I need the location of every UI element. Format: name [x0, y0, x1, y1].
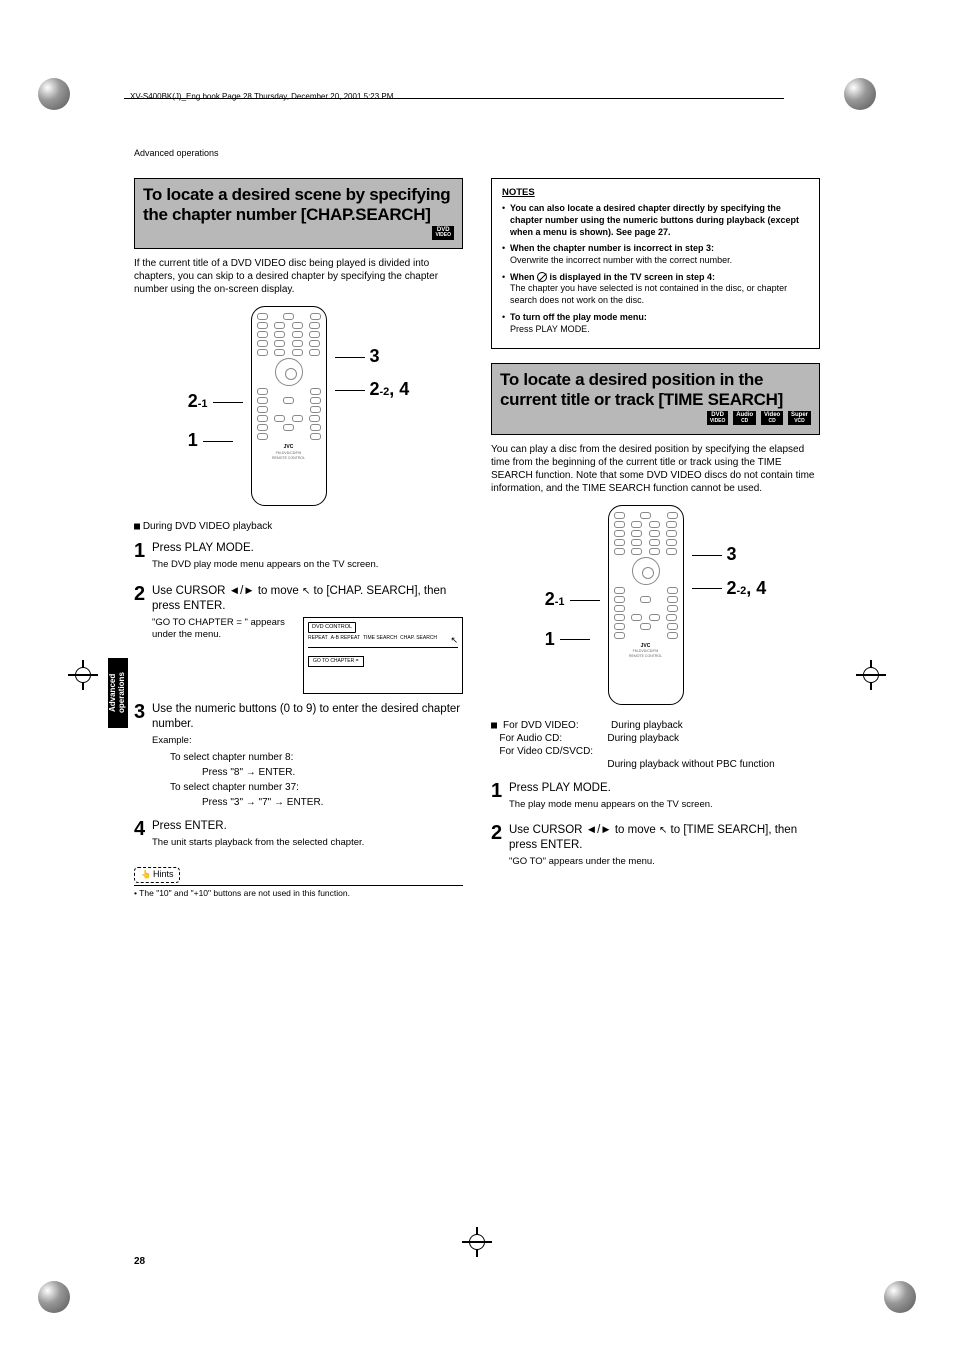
- step-num: 2: [491, 823, 509, 843]
- onscreen-menu-box: DVD CONTROL REPEAT A-B REPEAT TIME SEARC…: [303, 617, 463, 694]
- note-item: When the chapter number is incorrect in …: [502, 243, 809, 266]
- crop-mark-tr: [844, 78, 876, 110]
- step-head: Use the numeric buttons (0 to 9) to ente…: [152, 702, 463, 732]
- diagram-label-1: 1: [545, 628, 600, 651]
- step-2: 2 Use CURSOR ◄/► to move ↖ to [CHAP. SEA…: [134, 584, 463, 694]
- step-text: "GO TO" appears under the menu.: [509, 856, 820, 868]
- hints-badge: Hints: [134, 867, 180, 883]
- menu-tab-ab: A-B REPEAT: [331, 635, 360, 647]
- for-value: During playback: [607, 732, 820, 745]
- step-head: Use CURSOR ◄/► to move ↖ to [TIME SEARCH…: [509, 823, 820, 853]
- crop-mark-bl: [38, 1281, 70, 1313]
- left-column: To locate a desired scene by specifying …: [134, 178, 463, 1241]
- menu-tab-time: TIME SEARCH: [363, 635, 397, 647]
- hints-rule: [134, 885, 463, 886]
- for-label: For Audio CD:: [499, 732, 607, 745]
- menu-tab-chap: CHAP. SEARCH: [400, 635, 437, 647]
- step-head: Use CURSOR ◄/► to move ↖ to [CHAP. SEARC…: [152, 584, 463, 614]
- step-num: 1: [491, 781, 509, 801]
- step-head: Press ENTER.: [152, 819, 463, 834]
- note-item: To turn off the play mode menu:Press PLA…: [502, 312, 809, 335]
- remote-diagram-right: 2-1 1 JVC: [491, 505, 820, 705]
- diagram-label-2-1: 2-1: [545, 588, 600, 611]
- header-filename: XV-S400BK(J)_Eng.book Page 28 Thursday, …: [130, 92, 393, 101]
- section-chap-search: To locate a desired scene by specifying …: [134, 178, 463, 249]
- step-2: 2 Use CURSOR ◄/► to move ↖ to [TIME SEAR…: [491, 823, 820, 872]
- diagram-label-2-1: 2-1: [188, 390, 243, 413]
- step-4: 4 Press ENTER. The unit starts playback …: [134, 819, 463, 853]
- for-table: ■ For DVD VIDEO:During playback For Audi…: [491, 719, 820, 771]
- badge-super-vcd: SuperVCD: [788, 411, 811, 425]
- for-label: For Video CD/SVCD:: [499, 745, 607, 758]
- example-line: To select chapter number 8:: [170, 751, 463, 764]
- prohibit-icon: [537, 272, 547, 282]
- breadcrumb: Advanced operations: [134, 148, 219, 158]
- step-num: 1: [134, 541, 152, 561]
- intro-text: You can play a disc from the desired pos…: [491, 443, 820, 495]
- crosshair-left: [68, 660, 98, 690]
- section-title-text: To locate a desired position in the curr…: [500, 370, 811, 409]
- step-num: 2: [134, 584, 152, 604]
- content: To locate a desired scene by specifying …: [134, 178, 820, 1241]
- diagram-label-3: 3: [335, 345, 410, 368]
- side-tab: Advanced operations: [108, 658, 128, 728]
- format-badges: DVDVIDEO AudioCD VideoCD SuperVCD: [500, 411, 811, 425]
- badge-video-cd: VideoCD: [761, 411, 783, 425]
- crosshair-right: [856, 660, 886, 690]
- step-head: Press PLAY MODE.: [509, 781, 820, 796]
- step-text: The unit starts playback from the select…: [152, 837, 463, 849]
- badge-audio-cd: AudioCD: [733, 411, 756, 425]
- section-title-text: To locate a desired scene by specifying …: [143, 185, 454, 224]
- diagram-label-2-2-4: 2-2, 4: [335, 378, 410, 401]
- step-text: The play mode menu appears on the TV scr…: [509, 799, 820, 811]
- remote-diagram-left: 2-1 1 JVC: [134, 306, 463, 506]
- notes-box: NOTES You can also locate a desired chap…: [491, 178, 820, 349]
- hand-cursor-icon: ↖: [450, 635, 458, 647]
- step-num: 3: [134, 702, 152, 722]
- diagram-label-2-2-4: 2-2, 4: [692, 577, 767, 600]
- menu-goto: GO TO CHAPTER =: [308, 656, 364, 667]
- step-num: 4: [134, 819, 152, 839]
- page-number: 28: [134, 1256, 145, 1267]
- badge-dvd-video: DVDVIDEO: [707, 411, 729, 425]
- step-3: 3 Use the numeric buttons (0 to 9) to en…: [134, 702, 463, 811]
- remote-icon: JVC FM-DVD/CD/FMREMOTE CONTROL: [251, 306, 327, 506]
- diagram-label-1: 1: [188, 429, 243, 452]
- step-head: Press PLAY MODE.: [152, 541, 463, 556]
- badge-dvd-video: DVDVIDEO: [432, 226, 454, 240]
- playback-condition: ■ During DVD VIDEO playback: [134, 520, 463, 533]
- notes-title: NOTES: [502, 187, 809, 199]
- menu-tab-repeat: REPEAT: [308, 635, 328, 647]
- note-item: You can also locate a desired chapter di…: [502, 203, 809, 238]
- page: XV-S400BK(J)_Eng.book Page 28 Thursday, …: [0, 0, 954, 1351]
- diagram-label-3: 3: [692, 543, 767, 566]
- crop-mark-tl: [38, 78, 70, 110]
- menu-control-label: DVD CONTROL: [308, 622, 356, 633]
- for-label: For DVD VIDEO:: [503, 719, 611, 732]
- for-value: During playback: [611, 719, 820, 732]
- example-line: To select chapter number 37:: [170, 781, 463, 794]
- step-text: The DVD play mode menu appears on the TV…: [152, 559, 463, 571]
- section-time-search: To locate a desired position in the curr…: [491, 363, 820, 434]
- format-badges: DVDVIDEO: [143, 226, 454, 240]
- note-item: When is displayed in the TV screen in st…: [502, 272, 809, 307]
- remote-icon: JVC FM-DVD/CD/FMREMOTE CONTROL: [608, 505, 684, 705]
- for-value: During playback without PBC function: [607, 758, 820, 771]
- intro-text: If the current title of a DVD VIDEO disc…: [134, 257, 463, 296]
- step-1: 1 Press PLAY MODE. The DVD play mode men…: [134, 541, 463, 575]
- example-label: Example:: [152, 735, 463, 747]
- example-line: Press "3" → "7" → ENTER.: [202, 796, 463, 809]
- step-1: 1 Press PLAY MODE. The play mode menu ap…: [491, 781, 820, 815]
- example-line: Press "8" → ENTER.: [202, 766, 463, 779]
- hints-text: • The "10" and "+10" buttons are not use…: [134, 888, 463, 899]
- crop-mark-br: [884, 1281, 916, 1313]
- right-column: NOTES You can also locate a desired chap…: [491, 178, 820, 1241]
